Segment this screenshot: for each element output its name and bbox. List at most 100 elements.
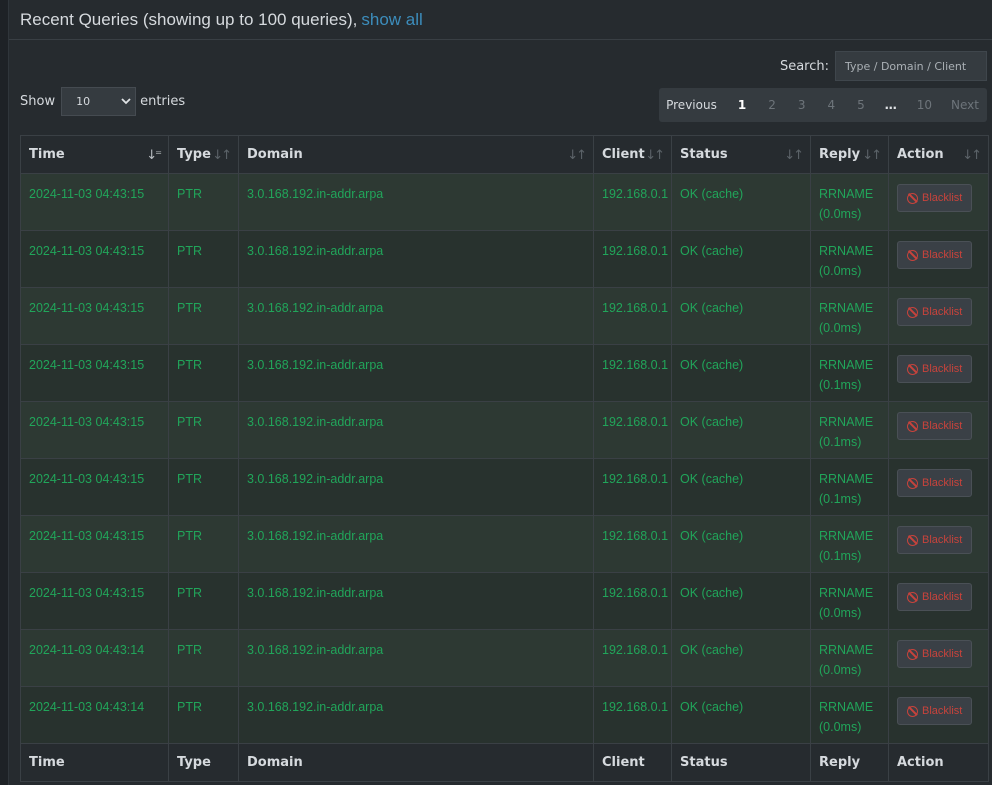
recent-queries-box: Recent Queries (showing up to 100 querie…: [8, 0, 992, 785]
pagination-previous[interactable]: Previous: [659, 98, 727, 112]
cell-status: OK (cache): [671, 572, 811, 630]
cell-time: 2024-11-03 04:43:15: [20, 572, 169, 630]
blacklist-label: Blacklist: [922, 363, 963, 375]
blacklist-label: Blacklist: [922, 192, 963, 204]
column-label: Reply: [819, 147, 861, 162]
blacklist-button[interactable]: Blacklist: [897, 184, 973, 212]
blacklist-label: Blacklist: [922, 249, 963, 261]
blacklist-button[interactable]: Blacklist: [897, 583, 973, 611]
ban-icon: [907, 648, 918, 660]
cell-reply: RRNAME (0.0ms): [810, 572, 889, 630]
cell-action: Blacklist: [888, 230, 989, 288]
cell-type: PTR: [168, 572, 239, 630]
column-header-type[interactable]: Type ↓↑: [168, 135, 239, 174]
blacklist-label: Blacklist: [922, 420, 963, 432]
ban-icon: [907, 591, 918, 603]
pagination-next[interactable]: Next: [943, 98, 987, 112]
ban-icon: [907, 420, 918, 432]
ban-icon: [907, 306, 918, 318]
cell-client: 192.168.0.1: [593, 572, 672, 630]
column-header-domain[interactable]: Domain ↓↑: [238, 135, 594, 174]
table-footer: Time Type Domain Client Status Reply Act…: [20, 743, 989, 782]
cell-action: Blacklist: [888, 629, 989, 687]
sort-icon: ↓↑: [962, 148, 982, 163]
sort-amount-desc-icon: ↓⁼: [146, 148, 162, 163]
cell-status: OK (cache): [671, 173, 811, 231]
cell-client: 192.168.0.1: [593, 230, 672, 288]
ban-icon: [907, 705, 918, 717]
column-header-action[interactable]: Action ↓↑: [888, 135, 989, 174]
footer-reply: Reply: [810, 743, 889, 782]
cell-client: 192.168.0.1: [593, 401, 672, 459]
sort-icon: ↓↑: [645, 148, 665, 163]
table-row: 2024-11-03 04:43:15 PTR 3.0.168.192.in-add…: [20, 515, 989, 573]
cell-status: OK (cache): [671, 344, 811, 402]
cell-status: OK (cache): [671, 629, 811, 687]
cell-reply: RRNAME (0.1ms): [810, 401, 889, 459]
cell-time: 2024-11-03 04:43:15: [20, 458, 169, 516]
blacklist-button[interactable]: Blacklist: [897, 355, 973, 383]
cell-reply: RRNAME (0.1ms): [810, 515, 889, 573]
cell-time: 2024-11-03 04:43:14: [20, 686, 169, 744]
box-title: Recent Queries (showing up to 100 querie…: [20, 10, 423, 30]
blacklist-button[interactable]: Blacklist: [897, 298, 973, 326]
blacklist-button[interactable]: Blacklist: [897, 241, 973, 269]
pagination: Previous 1 2 3 4 5 … 10 Next: [659, 88, 987, 122]
page-3[interactable]: 3: [787, 98, 817, 112]
footer-client: Client: [593, 743, 672, 782]
column-label: Domain: [247, 147, 303, 162]
blacklist-label: Blacklist: [922, 477, 963, 489]
sort-icon: ↓↑: [567, 148, 587, 163]
blacklist-button[interactable]: Blacklist: [897, 697, 973, 725]
entries-select-value: 10: [76, 95, 91, 108]
blacklist-button[interactable]: Blacklist: [897, 526, 973, 554]
table-row: 2024-11-03 04:43:15 PTR 3.0.168.192.in-add…: [20, 173, 989, 231]
page-10[interactable]: 10: [906, 98, 943, 112]
page-5[interactable]: 5: [846, 98, 876, 112]
cell-reply: RRNAME (0.1ms): [810, 344, 889, 402]
blacklist-label: Blacklist: [922, 648, 963, 660]
cell-client: 192.168.0.1: [593, 686, 672, 744]
blacklist-label: Blacklist: [922, 534, 963, 546]
cell-reply: RRNAME (0.0ms): [810, 629, 889, 687]
ban-icon: [907, 534, 918, 546]
cell-client: 192.168.0.1: [593, 629, 672, 687]
footer-time: Time: [20, 743, 169, 782]
show-all-link[interactable]: show all: [361, 10, 422, 29]
sort-icon: ↓↑: [784, 148, 804, 163]
cell-domain: 3.0.168.192.in-addr.arpa: [238, 458, 594, 516]
blacklist-label: Blacklist: [922, 591, 963, 603]
cell-time: 2024-11-03 04:43:14: [20, 629, 169, 687]
blacklist-button[interactable]: Blacklist: [897, 469, 973, 497]
cell-status: OK (cache): [671, 686, 811, 744]
page-2[interactable]: 2: [757, 98, 787, 112]
table-header: Time ↓⁼ Type ↓↑ Domain ↓↑ Client ↓↑ Status ↓↑…: [20, 135, 989, 174]
blacklist-button[interactable]: Blacklist: [897, 412, 973, 440]
column-label: Time: [29, 147, 65, 162]
page-4[interactable]: 4: [816, 98, 846, 112]
box-header: Recent Queries (showing up to 100 querie…: [9, 0, 992, 40]
column-header-status[interactable]: Status ↓↑: [671, 135, 811, 174]
column-header-reply[interactable]: Reply ↓↑: [810, 135, 889, 174]
search-input[interactable]: [835, 51, 987, 81]
footer-domain: Domain: [238, 743, 594, 782]
table-row: 2024-11-03 04:43:15 PTR 3.0.168.192.in-add…: [20, 344, 989, 402]
cell-type: PTR: [168, 344, 239, 402]
cell-domain: 3.0.168.192.in-addr.arpa: [238, 401, 594, 459]
cell-type: PTR: [168, 515, 239, 573]
page-1[interactable]: 1: [727, 98, 757, 112]
entries-select[interactable]: 10: [61, 87, 137, 116]
cell-status: OK (cache): [671, 515, 811, 573]
column-header-client[interactable]: Client ↓↑: [593, 135, 672, 174]
table-body: 2024-11-03 04:43:15 PTR 3.0.168.192.in-add…: [20, 173, 989, 744]
cell-time: 2024-11-03 04:43:15: [20, 401, 169, 459]
blacklist-button[interactable]: Blacklist: [897, 640, 973, 668]
cell-type: PTR: [168, 401, 239, 459]
cell-domain: 3.0.168.192.in-addr.arpa: [238, 344, 594, 402]
cell-action: Blacklist: [888, 173, 989, 231]
column-label: Action: [897, 147, 944, 162]
search-filter: Search:: [780, 51, 987, 81]
cell-client: 192.168.0.1: [593, 515, 672, 573]
cell-domain: 3.0.168.192.in-addr.arpa: [238, 287, 594, 345]
column-header-time[interactable]: Time ↓⁼: [20, 135, 169, 174]
